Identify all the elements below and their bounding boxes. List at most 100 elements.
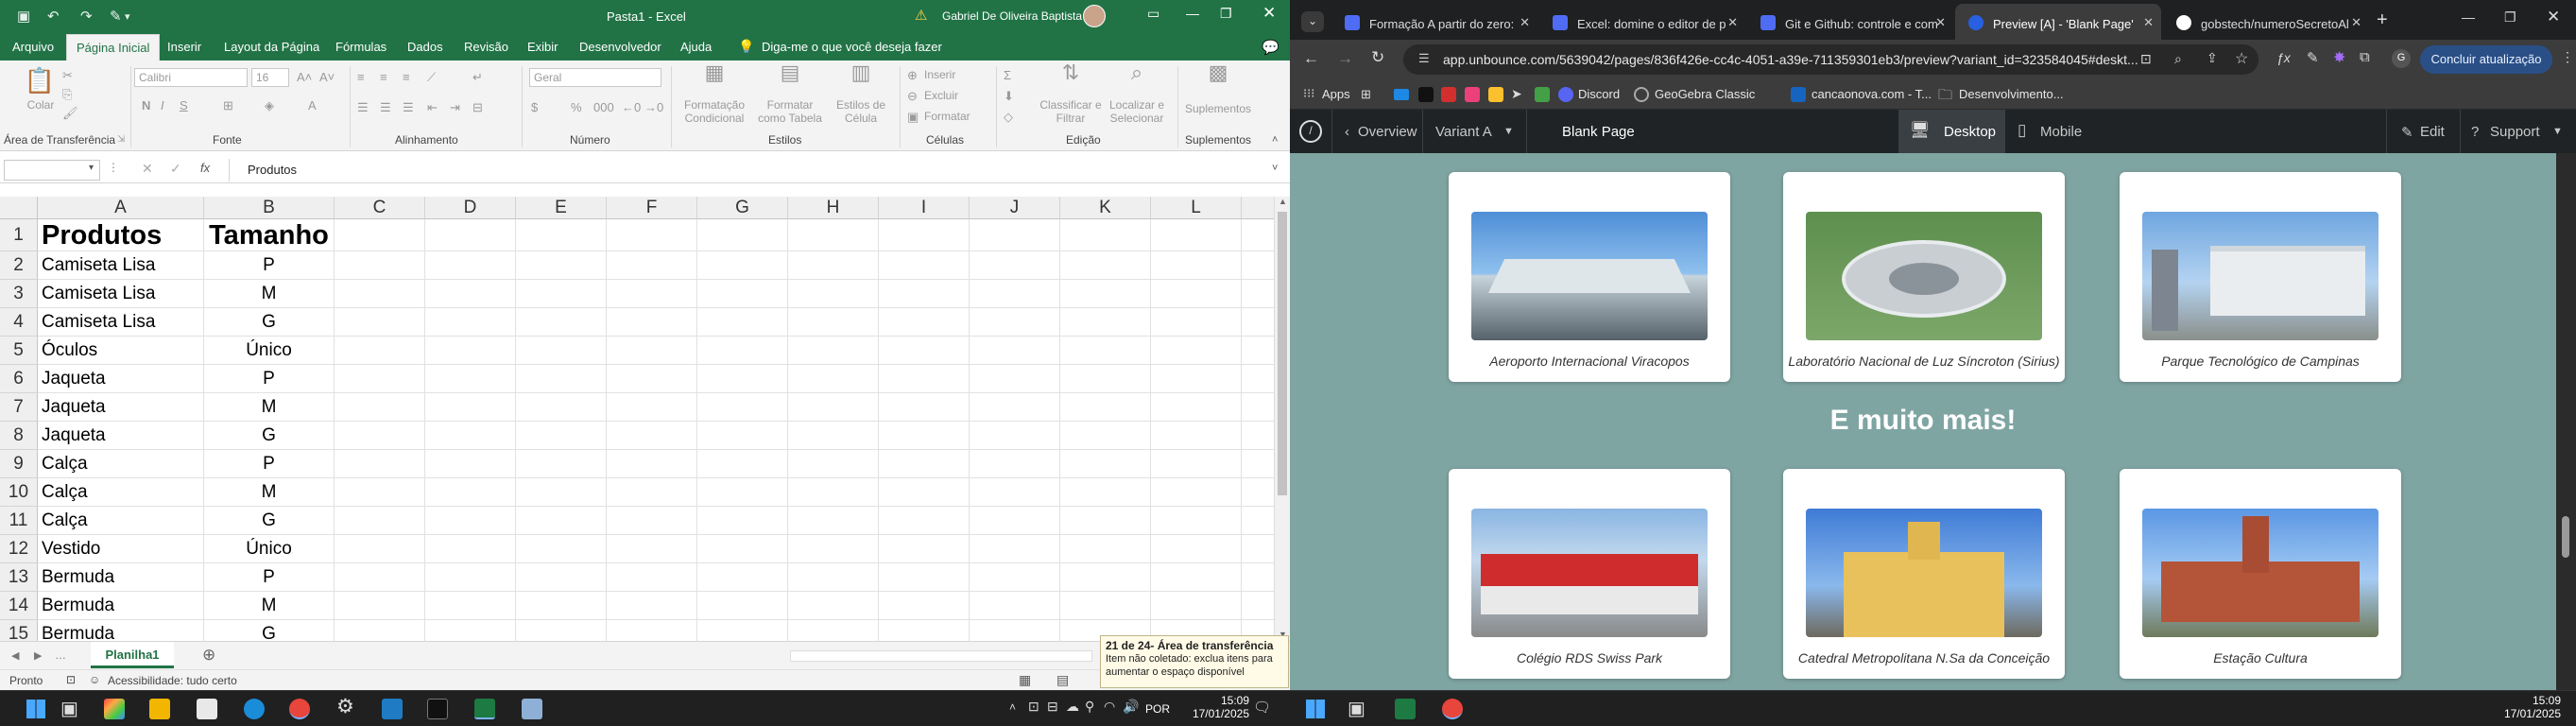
cell[interactable] — [697, 422, 788, 450]
formula-input[interactable]: Produtos — [248, 163, 297, 177]
row-header[interactable]: 3 — [0, 280, 38, 308]
cell[interactable] — [607, 478, 697, 507]
cell[interactable] — [425, 280, 516, 308]
cell[interactable] — [1242, 365, 1274, 393]
vertical-scrollbar[interactable]: ▲ ▼ — [1274, 197, 1290, 641]
number-format-select[interactable]: Geral — [529, 68, 661, 87]
cell[interactable] — [697, 478, 788, 507]
sheet-tab-planilha1[interactable]: Planilha1 — [91, 642, 174, 668]
cell[interactable] — [1060, 592, 1151, 620]
cell[interactable] — [1242, 308, 1274, 337]
cell[interactable] — [1060, 393, 1151, 422]
settings-icon[interactable]: ⚙ — [336, 695, 354, 718]
column-header-k[interactable]: K — [1060, 197, 1151, 219]
vscode-icon[interactable] — [382, 699, 403, 719]
addins-button[interactable]: Suplementos — [1183, 102, 1253, 115]
cell[interactable] — [516, 251, 607, 280]
zoom-icon[interactable]: ⌕ — [2174, 51, 2182, 67]
cell[interactable] — [1242, 507, 1274, 535]
cell[interactable] — [1151, 393, 1242, 422]
extension-purple-icon[interactable]: ✸ — [2333, 48, 2345, 67]
menu-exibir[interactable]: Exibir — [527, 40, 558, 54]
chrome-taskbar-icon[interactable] — [289, 699, 310, 719]
clipboard-notification[interactable]: 21 de 24- Área de transferência Item não… — [1100, 635, 1289, 688]
cell[interactable] — [335, 280, 425, 308]
cell[interactable] — [335, 535, 425, 563]
cell[interactable] — [970, 592, 1060, 620]
apps-icon[interactable]: ⁝⁝⁝ — [1303, 86, 1314, 101]
cell[interactable] — [516, 535, 607, 563]
cell[interactable] — [516, 393, 607, 422]
tab-github-repo[interactable]: gobstech/numeroSecretoAl ✕ — [2163, 4, 2369, 40]
cell[interactable] — [1151, 219, 1242, 251]
wifi-icon[interactable]: ◠ — [1104, 699, 1115, 715]
overview-link[interactable]: Overview — [1358, 124, 1417, 140]
horizontal-scrollbar[interactable] — [790, 650, 1092, 662]
cell[interactable] — [970, 280, 1060, 308]
decrease-decimal-icon[interactable]: →0 — [644, 100, 663, 114]
undo-icon[interactable]: ↶ — [47, 8, 60, 25]
cell[interactable] — [425, 308, 516, 337]
back-icon[interactable]: ← — [1303, 49, 1319, 68]
bookmark-apps[interactable]: Apps — [1322, 87, 1350, 101]
fill-color-icon[interactable]: ◈ — [265, 98, 274, 113]
cell[interactable] — [788, 507, 879, 535]
column-header-l[interactable]: L — [1151, 197, 1242, 219]
cell[interactable] — [1151, 308, 1242, 337]
cell[interactable] — [1060, 337, 1151, 365]
cell[interactable] — [516, 422, 607, 450]
menu-ajuda[interactable]: Ajuda — [680, 40, 712, 54]
cell-b[interactable]: Único — [204, 535, 335, 563]
cancel-icon[interactable]: ✕ — [142, 161, 153, 177]
scroll-up-icon[interactable]: ▲ — [1279, 197, 1287, 206]
cell[interactable] — [697, 620, 788, 641]
cell[interactable] — [697, 337, 788, 365]
bookmark-cancaonova[interactable]: cancaonova.com - T... — [1812, 87, 1932, 101]
menu-revisao[interactable]: Revisão — [464, 40, 508, 54]
cell[interactable] — [607, 219, 697, 251]
cell[interactable] — [879, 422, 970, 450]
cell[interactable] — [516, 365, 607, 393]
next-sheet-icon[interactable]: ▶ — [34, 649, 42, 662]
row-header[interactable]: 12 — [0, 535, 38, 563]
chrome-taskbar-icon-2[interactable] — [1442, 699, 1463, 719]
bookmark-pink-icon[interactable] — [1465, 87, 1480, 102]
cell[interactable] — [1242, 535, 1274, 563]
format-cells-button[interactable]: Formatar — [924, 110, 970, 123]
cell[interactable] — [335, 337, 425, 365]
menu-formulas[interactable]: Fórmulas — [335, 40, 386, 54]
cell[interactable] — [1151, 535, 1242, 563]
cell[interactable] — [335, 251, 425, 280]
cell-b[interactable]: M — [204, 280, 335, 308]
cell-a[interactable]: Calça — [38, 450, 204, 478]
tab-close-icon[interactable]: ✕ — [2143, 15, 2154, 30]
row-header[interactable]: 14 — [0, 592, 38, 620]
cell[interactable] — [697, 393, 788, 422]
cell[interactable] — [425, 393, 516, 422]
notepad-icon[interactable] — [522, 699, 542, 719]
row-header[interactable]: 5 — [0, 337, 38, 365]
font-name-select[interactable]: Calibri — [134, 68, 248, 87]
cell-b[interactable]: G — [204, 620, 335, 641]
bookmark-dark-icon[interactable] — [1418, 87, 1434, 102]
page-scrollbar[interactable] — [2556, 153, 2576, 690]
column-header-i[interactable]: I — [879, 197, 970, 219]
menu-pagina-inicial[interactable]: Página Inicial — [66, 34, 161, 60]
clock-right[interactable]: 15:09 17/01/2025 — [2495, 694, 2561, 720]
cell[interactable] — [335, 563, 425, 592]
forward-icon[interactable]: → — [1337, 49, 1353, 68]
cell[interactable] — [697, 507, 788, 535]
cell[interactable] — [607, 365, 697, 393]
name-box-dropdown-icon[interactable]: ▾ — [89, 163, 94, 173]
page-scroll-thumb[interactable] — [2562, 516, 2569, 558]
cell[interactable] — [1151, 450, 1242, 478]
excel-taskbar-icon[interactable] — [474, 699, 495, 719]
cell-a[interactable]: Calça — [38, 507, 204, 535]
row-header[interactable]: 15 — [0, 620, 38, 641]
cell[interactable] — [879, 450, 970, 478]
increase-indent-icon[interactable]: ⇥ — [450, 100, 460, 115]
percent-icon[interactable]: % — [571, 100, 582, 114]
autosave-icon[interactable]: ✎ — [110, 8, 122, 25]
cell[interactable] — [697, 592, 788, 620]
cell[interactable] — [970, 535, 1060, 563]
